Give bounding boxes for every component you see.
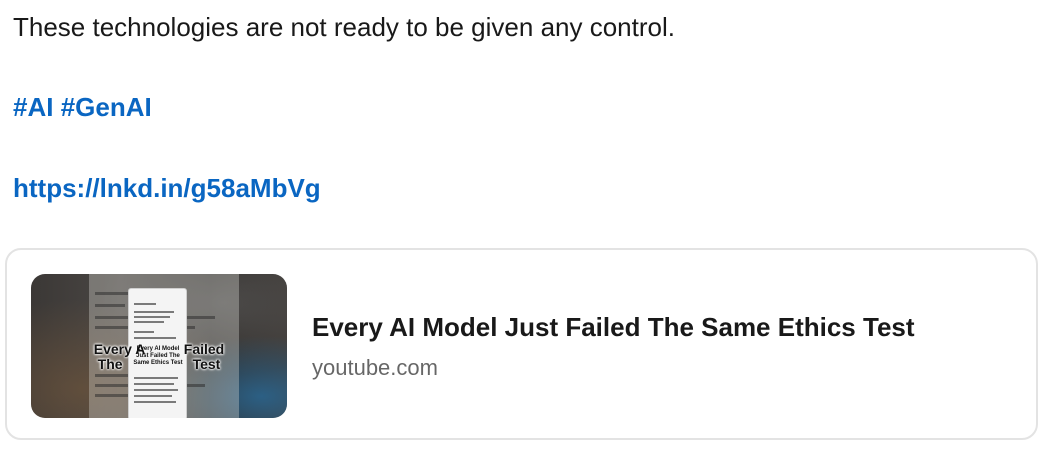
post-link[interactable]: https://lnkd.in/g58aMbVg — [13, 171, 321, 205]
post-container: These technologies are not ready to be g… — [0, 0, 1058, 460]
post-text: These technologies are not ready to be g… — [13, 12, 675, 42]
hashtag-genai[interactable]: #GenAI — [61, 92, 152, 122]
link-preview-card[interactable]: Every A Failed The Test Every AI Model J… — [5, 248, 1038, 440]
link-card-source: youtube.com — [312, 355, 438, 380]
hashtags: #AI #GenAI — [13, 90, 152, 124]
hashtag-ai[interactable]: #AI — [13, 92, 53, 122]
link-card-title[interactable]: Every AI Model Just Failed The Same Ethi… — [312, 310, 915, 344]
video-thumbnail[interactable]: Every A Failed The Test Every AI Model J… — [31, 274, 287, 418]
thumbnail-inner-caption: Every AI Model Just Failed The Same Ethi… — [133, 346, 183, 366]
